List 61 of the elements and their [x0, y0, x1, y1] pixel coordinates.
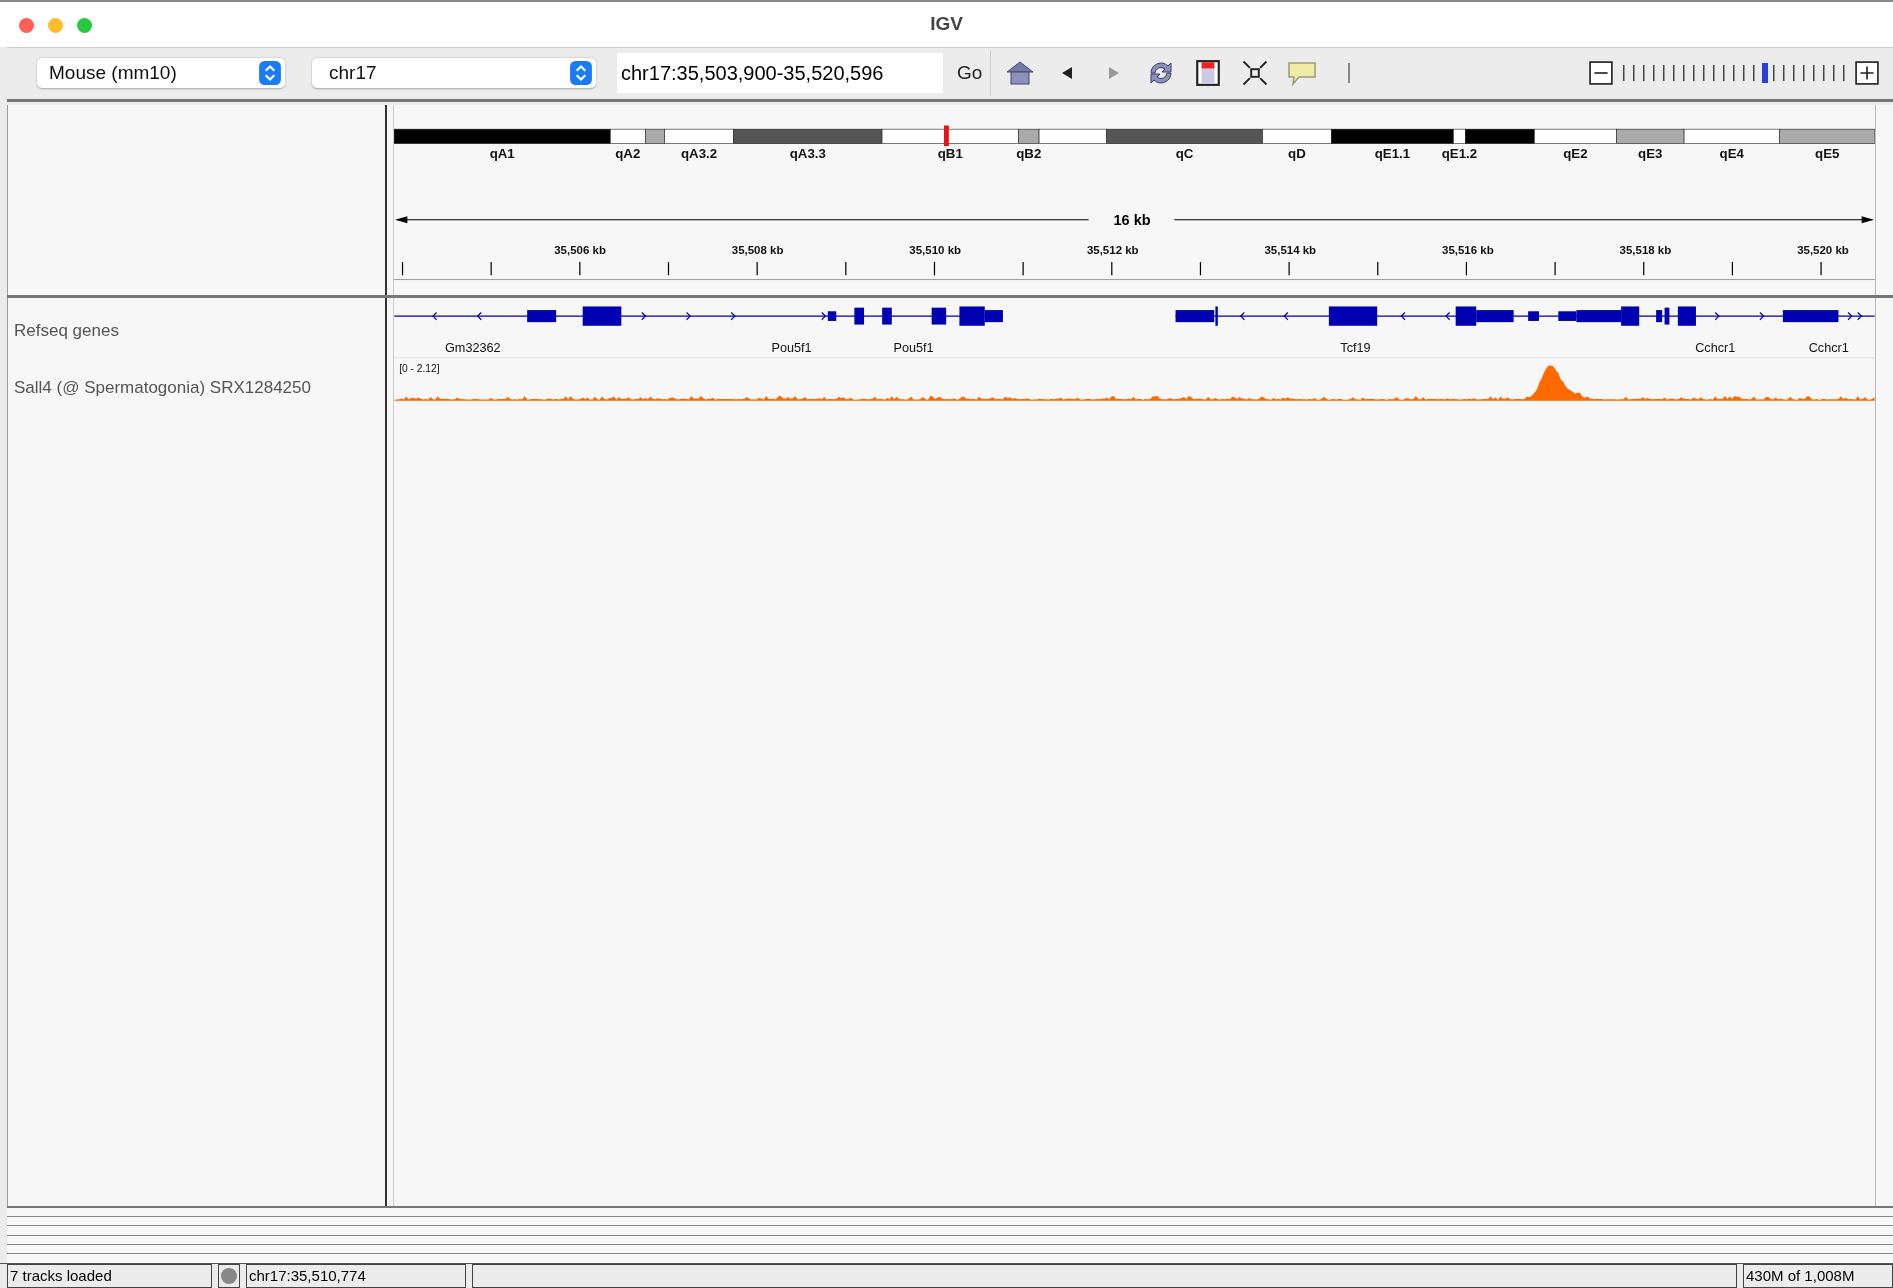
- band-label: qA3.3: [789, 145, 826, 161]
- band-label: qE2: [1563, 145, 1588, 161]
- memory-usage: 430M of 1,008M: [1743, 1263, 1893, 1288]
- home-icon[interactable]: [1005, 59, 1036, 88]
- band-label: qA1: [489, 145, 515, 161]
- band-label: qC: [1175, 145, 1194, 161]
- band-label: qE1.2: [1441, 145, 1478, 161]
- chromosome-dropdown[interactable]: chr17: [312, 58, 596, 89]
- tick-label: 35,512 kb: [1086, 243, 1139, 256]
- locus-field[interactable]: chr17:35,503,900-35,520,596: [617, 53, 943, 94]
- chromosome-band[interactable]: [393, 128, 611, 144]
- gene-label: Cchcr1: [1808, 340, 1849, 355]
- go-button[interactable]: Go: [947, 50, 992, 97]
- chromosome-band[interactable]: [1453, 128, 1466, 144]
- chromosome-band[interactable]: [1106, 128, 1263, 144]
- zoom-slider-thumb[interactable]: [1762, 63, 1768, 84]
- gene-label: Gm32362: [445, 340, 501, 355]
- chromosome-band[interactable]: [1018, 128, 1040, 144]
- gene-label: Tcf19: [1340, 340, 1371, 355]
- tick-label: 35,508 kb: [731, 243, 784, 256]
- status-indicator-icon: [221, 1267, 237, 1284]
- band-label: qD: [1288, 145, 1306, 161]
- band-label: qA3.2: [681, 145, 718, 161]
- chromosome-band[interactable]: [733, 128, 883, 144]
- band-label: qE4: [1719, 145, 1744, 161]
- tick-label: 35,506 kb: [554, 243, 606, 256]
- genome-dropdown[interactable]: Mouse (mm10): [37, 58, 285, 89]
- tick-label: 35,514 kb: [1264, 243, 1317, 256]
- tick-label: 35,520 kb: [1797, 243, 1849, 256]
- band-label: qE1.1: [1374, 145, 1411, 161]
- chromosome-band[interactable]: [610, 128, 646, 144]
- back-icon[interactable]: [1060, 65, 1075, 82]
- zoom-out-button[interactable]: [1589, 61, 1613, 86]
- stepper-icon: [259, 61, 281, 86]
- band-label: qA2: [615, 145, 641, 161]
- tick-label: 35,510 kb: [909, 243, 962, 256]
- span-label: 16 kb: [1113, 211, 1151, 228]
- chromosome-band[interactable]: [1331, 128, 1454, 144]
- band-label: qE5: [1815, 145, 1840, 161]
- chromosome-band[interactable]: [1262, 128, 1332, 144]
- gene-label: Pou5f1: [893, 340, 934, 355]
- chromosome-band[interactable]: [1465, 128, 1535, 144]
- chromosome-band[interactable]: [664, 128, 734, 144]
- gene-structures-drawing[interactable]: [393, 306, 1876, 326]
- band-label: qB1: [937, 145, 963, 161]
- data-range-label: [0 - 2.12]: [399, 362, 440, 374]
- cursor-position: chr17:35,510,774: [246, 1263, 466, 1288]
- gene-label: Pou5f1: [771, 340, 812, 355]
- stepper-icon: [570, 61, 592, 86]
- tick-label: 35,518 kb: [1619, 243, 1672, 256]
- zoom-in-button[interactable]: [1855, 61, 1879, 86]
- zoom-slider[interactable]: [1623, 61, 1845, 86]
- band-label: qE3: [1638, 145, 1663, 161]
- gene-label: Cchcr1: [1695, 340, 1736, 355]
- track-name[interactable]: Refseq genes: [8, 297, 385, 364]
- track-name[interactable]: Sall4 (@ Spermatogonia) SRX1284250: [8, 363, 385, 412]
- tick-label: 35,516 kb: [1442, 243, 1494, 256]
- status-message: 7 tracks loaded: [7, 1263, 212, 1288]
- window-control[interactable]: [19, 18, 34, 33]
- band-label: qB2: [1016, 145, 1042, 161]
- window-title: IGV: [930, 13, 963, 36]
